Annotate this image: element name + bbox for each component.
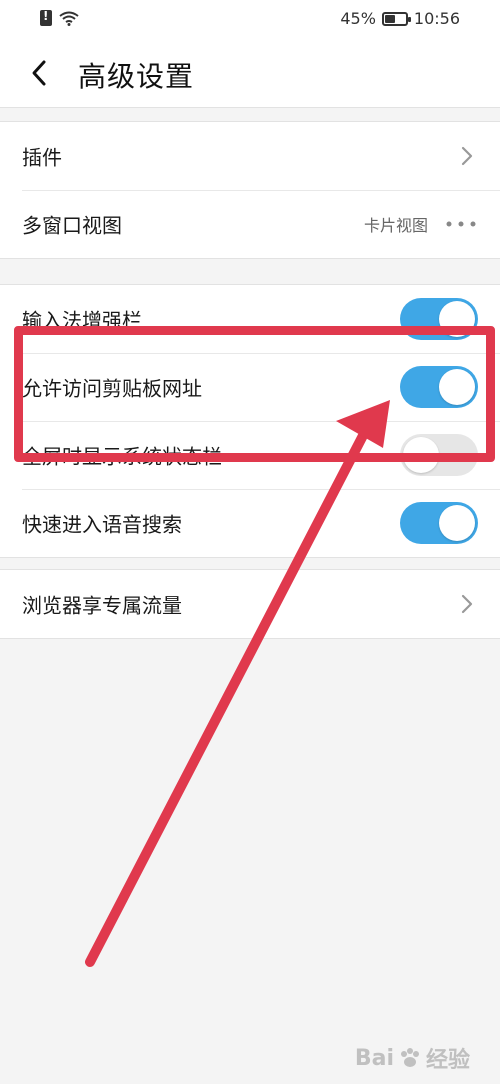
row-label: 快速进入语音搜索 [22, 512, 182, 537]
page-title: 高级设置 [78, 60, 195, 93]
row-label: 全屏时显示系统状态栏 [22, 444, 222, 469]
toggle-knob [439, 505, 475, 541]
settings-group-general: 插件 多窗口视图 卡片视图 [0, 121, 500, 259]
row-label: 浏览器享专属流量 [22, 593, 182, 618]
battery-icon [381, 11, 411, 26]
watermark: Bai 经验 [355, 1042, 470, 1074]
row-label: 允许访问剪贴板网址 [22, 376, 202, 401]
toggle-knob [439, 301, 475, 337]
status-left [40, 9, 80, 26]
settings-group-toggles: 输入法增强栏 允许访问剪贴板网址 全屏时显示系统状态栏 快速进入语音搜索 [0, 284, 500, 558]
toggle-clipboard-url[interactable] [400, 366, 478, 408]
toggle-voice-search[interactable] [400, 502, 478, 544]
row-input-enhance-bar: 输入法增强栏 [0, 285, 500, 353]
paw-icon [400, 1048, 419, 1067]
row-fullscreen-status-bar: 全屏时显示系统状态栏 [0, 421, 500, 489]
row-plugins[interactable]: 插件 [0, 122, 500, 190]
row-multi-window-view[interactable]: 多窗口视图 卡片视图 [0, 190, 500, 258]
row-label: 多窗口视图 [22, 213, 122, 238]
sim-alert-icon [40, 9, 52, 26]
toggle-fullscreen-status-bar[interactable] [400, 434, 478, 476]
row-voice-search: 快速进入语音搜索 [0, 489, 500, 557]
back-arrow-icon[interactable] [26, 56, 54, 90]
app-header: 高级设置 [0, 38, 500, 108]
row-exclusive-traffic[interactable]: 浏览器享专属流量 [0, 570, 500, 638]
clock: 10:56 [413, 9, 460, 28]
toggle-knob [403, 437, 439, 473]
row-value: 卡片视图 [363, 216, 428, 235]
watermark-text: 经验 [425, 1048, 470, 1073]
more-dots-icon [446, 221, 476, 227]
row-clipboard-url: 允许访问剪贴板网址 [0, 353, 500, 421]
status-bar: 45% 10:56 [0, 0, 500, 38]
toggle-knob [439, 369, 475, 405]
watermark-logo-text: Bai [354, 1045, 394, 1071]
battery-percent: 45% [340, 9, 376, 28]
chevron-right-icon [461, 146, 473, 166]
settings-group-traffic: 浏览器享专属流量 [0, 569, 500, 639]
row-label: 输入法增强栏 [22, 308, 142, 333]
wifi-icon [59, 11, 79, 26]
battery-level [384, 14, 395, 23]
toggle-input-enhance-bar[interactable] [400, 298, 478, 340]
row-label: 插件 [22, 145, 62, 170]
status-right: 45% 10:56 [340, 9, 460, 28]
chevron-right-icon [461, 594, 473, 614]
